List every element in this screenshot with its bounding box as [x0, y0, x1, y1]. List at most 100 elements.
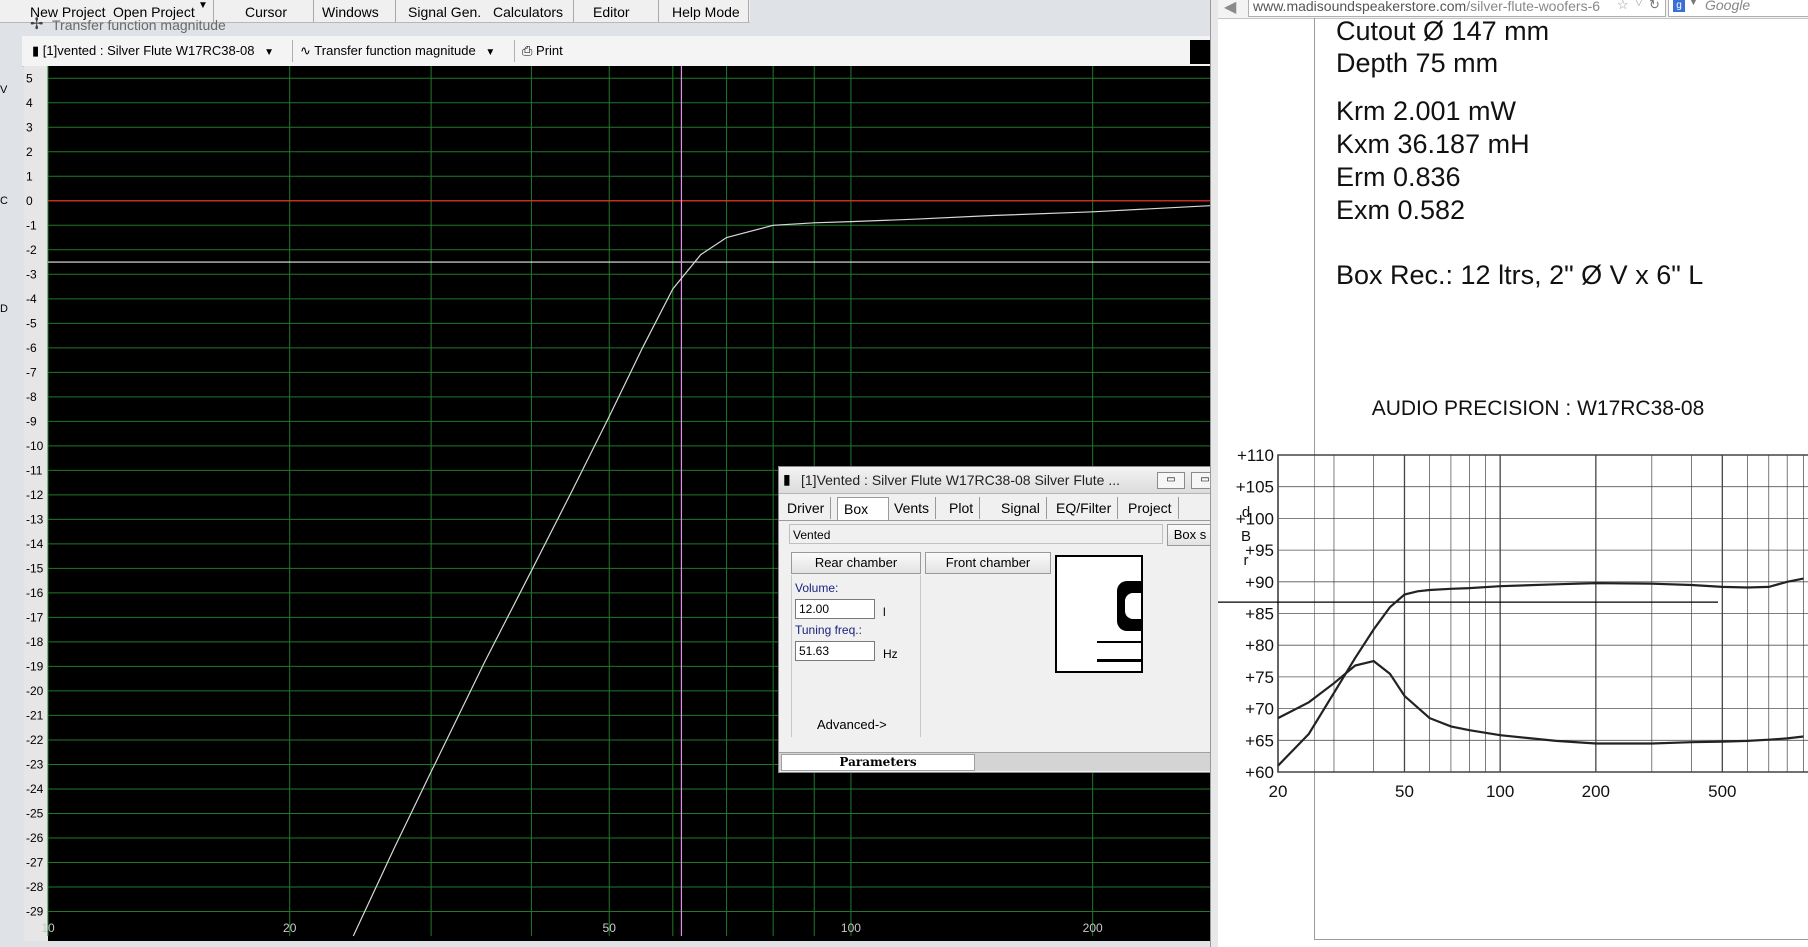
y-tick-label: -7	[26, 365, 37, 379]
menu-editor[interactable]: Editor	[593, 4, 630, 20]
y-tick-label: +70	[1245, 700, 1274, 719]
tab-eq-filter[interactable]: EQ/Filter	[1050, 497, 1119, 519]
app-icon: ▮	[783, 471, 791, 487]
x-tick-label: 50	[1395, 782, 1414, 801]
pin-icon[interactable]: ✢	[30, 14, 43, 34]
clipped-edge-glyph: V	[0, 84, 8, 96]
menu-help-mode[interactable]: Help Mode	[672, 4, 740, 20]
y-tick-label: -5	[26, 316, 37, 330]
tab-project[interactable]: Project	[1122, 497, 1179, 519]
reload-icon[interactable]: ↻	[1649, 0, 1660, 13]
audio-precision-chart: AUDIO PRECISION : W17RC38-08+110+105+100…	[1218, 397, 1808, 801]
y-tick-label: -16	[26, 586, 44, 600]
y-tick-label: +60	[1245, 763, 1274, 782]
chevron-down-icon: ▼	[264, 47, 275, 58]
back-arrow-icon[interactable]: ◀	[1224, 0, 1236, 17]
vent-line	[1097, 641, 1141, 643]
y-tick-label: -14	[26, 537, 44, 551]
frequency-response-curve	[1277, 577, 1804, 767]
volume-label: Volume:	[795, 581, 839, 595]
menu-cursor[interactable]: Cursor	[245, 4, 287, 20]
spec-kxm: Kxm 36.187 mH	[1336, 129, 1530, 159]
y-tick-label: -18	[26, 635, 44, 649]
menu-divider	[313, 0, 314, 22]
parameters-tab[interactable]: Parameters	[781, 754, 975, 771]
y-tick-label: -12	[26, 488, 44, 502]
y-tick-label: +105	[1236, 478, 1274, 497]
url-field[interactable]: www.madisoundspeakerstore.com/silver-flu…	[1248, 0, 1666, 17]
y-tick-label: -27	[26, 855, 44, 869]
dialog-title: [1]Vented : Silver Flute W17RC38-08 Silv…	[801, 472, 1121, 488]
rear-chamber-button[interactable]: Rear chamber	[791, 552, 921, 574]
y-axis-label-char: r	[1244, 552, 1249, 569]
spec-exm: Exm 0.582	[1336, 195, 1466, 225]
toolbar-divider	[292, 40, 293, 62]
spec-krm: Krm 2.001 mW	[1336, 96, 1517, 126]
plot-type-select[interactable]: ∿ Transfer function magnitude ▼	[300, 43, 495, 59]
chevron-down-icon: ▼	[485, 47, 496, 58]
y-tick-label: -21	[26, 708, 44, 722]
spec-depth: Depth 75 mm	[1336, 48, 1499, 78]
x-tick-label: 10	[41, 921, 55, 935]
y-tick-label: -20	[26, 684, 44, 698]
google-logo-icon: g	[1673, 0, 1685, 12]
y-tick-label: +75	[1245, 668, 1274, 687]
y-tick-label: -23	[26, 757, 44, 771]
x-axis-strip	[48, 936, 1210, 941]
x-tick-label: 200	[1083, 921, 1103, 935]
y-tick-label: -13	[26, 512, 44, 526]
tab-driver[interactable]: Driver	[781, 497, 832, 519]
y-tick-label: -10	[26, 439, 44, 453]
y-tick-label: -17	[26, 610, 44, 624]
window-subtitle: Transfer function magnitude	[52, 17, 226, 33]
menu-windows[interactable]: Windows	[322, 4, 379, 20]
url-text: www.madisoundspeakerstore.com/silver-flu…	[1253, 0, 1600, 14]
tab-box[interactable]: Box	[837, 497, 889, 520]
toolbar-divider	[514, 40, 515, 62]
tuning-freq-input[interactable]	[795, 641, 875, 661]
x-tick-label: 20	[283, 921, 297, 935]
tab-signal[interactable]: Signal	[995, 497, 1047, 519]
volume-input[interactable]	[795, 599, 875, 619]
x-tick-label: 50	[603, 921, 617, 935]
y-tick-label: -4	[26, 292, 37, 306]
menu-divider	[573, 0, 574, 22]
x-tick-label: 20	[1269, 782, 1288, 801]
tuning-freq-label: Tuning freq.:	[795, 623, 862, 637]
x-tick-label: 200	[1582, 782, 1610, 801]
document-icon: ▮	[32, 43, 40, 58]
tab-plot[interactable]: Plot	[943, 497, 981, 519]
vent-line	[1097, 659, 1141, 662]
speaker-design-app: New Project Open Project ▼ Cursor Window…	[0, 0, 1219, 947]
y-tick-label: 2	[26, 145, 33, 159]
project-select[interactable]: ▮ [1]vented : Silver Flute W17RC38-08 ▼	[32, 43, 274, 59]
search-engine-label: Google	[1705, 0, 1751, 13]
advanced-link[interactable]: Advanced->	[817, 717, 887, 732]
y-tick-label: 1	[26, 169, 33, 183]
url-path: /silver-flute-woofers-6	[1466, 0, 1601, 14]
minimize-button[interactable]: ▭	[1157, 472, 1185, 489]
browser-page: ◀ www.madisoundspeakerstore.com/silver-f…	[1218, 0, 1808, 947]
y-tick-label: -2	[26, 243, 37, 257]
y-tick-label: -9	[26, 414, 37, 428]
y-tick-label: -19	[26, 659, 44, 673]
chevron-down-icon[interactable]: ▼	[198, 0, 208, 11]
menu-signal-gen[interactable]: Signal Gen.	[408, 4, 481, 20]
box-settings-button[interactable]: Box s	[1167, 524, 1213, 546]
box-type-select[interactable]: Vented	[789, 524, 1163, 544]
y-tick-label: -24	[26, 782, 44, 796]
chevron-down-icon[interactable]: ▽	[1635, 0, 1643, 8]
y-tick-label: -6	[26, 341, 37, 355]
front-chamber-button[interactable]: Front chamber	[925, 552, 1051, 574]
wave-icon: ∿	[300, 43, 311, 58]
search-box[interactable]: g ▼ Google	[1668, 0, 1808, 17]
tab-vents[interactable]: Vents	[888, 497, 937, 519]
project-select-label: [1]vented : Silver Flute W17RC38-08	[42, 43, 255, 58]
volume-unit: l	[883, 605, 886, 619]
y-tick-label: +110	[1237, 446, 1274, 465]
print-button[interactable]: ⎙ Print	[522, 43, 563, 59]
star-icon[interactable]: ☆	[1617, 0, 1629, 13]
menu-calculators[interactable]: Calculators	[493, 4, 563, 20]
dialog-titlebar[interactable]: ▮ [1]Vented : Silver Flute W17RC38-08 Si…	[779, 467, 1219, 494]
color-swatch[interactable]	[1190, 40, 1210, 64]
